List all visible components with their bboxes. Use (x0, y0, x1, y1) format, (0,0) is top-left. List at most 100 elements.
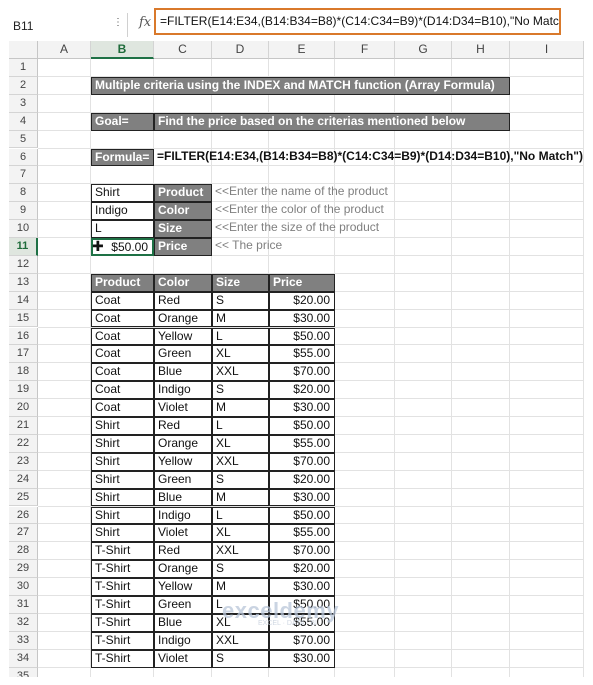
table-cell[interactable]: Yellow (154, 578, 212, 596)
input-value-product[interactable]: Shirt (91, 184, 154, 203)
table-cell[interactable]: L (212, 327, 269, 346)
column-header-e[interactable]: E (269, 41, 335, 59)
row-header-1[interactable]: 1 (9, 59, 38, 77)
table-cell[interactable]: Coat (91, 345, 154, 364)
goal-text[interactable]: Find the price based on the criterias me… (154, 112, 510, 131)
table-cell[interactable]: Coat (91, 399, 154, 417)
table-cell[interactable]: T-Shirt (91, 631, 154, 650)
insert-function-icon[interactable]: fx (139, 15, 151, 30)
table-cell[interactable]: Shirt (91, 417, 154, 435)
table-cell[interactable]: Indigo (154, 506, 212, 525)
row-header-11[interactable]: 11 (9, 238, 38, 256)
row-header-13[interactable]: 13 (9, 273, 38, 292)
row-header-7[interactable]: 7 (9, 166, 38, 185)
input-label-price[interactable]: Price (154, 238, 212, 256)
table-cell[interactable]: $50.00 (269, 327, 335, 346)
row-header-23[interactable]: 23 (9, 452, 38, 471)
row-header-12[interactable]: 12 (9, 255, 38, 274)
table-cell[interactable]: Coat (91, 381, 154, 400)
input-label-product[interactable]: Product (154, 184, 212, 203)
goal-label[interactable]: Goal= (91, 112, 154, 131)
table-cell[interactable]: Blue (154, 488, 212, 507)
table-cell[interactable]: Indigo (154, 381, 212, 400)
column-header-d[interactable]: D (212, 41, 269, 59)
row-header-21[interactable]: 21 (9, 417, 38, 435)
row-header-14[interactable]: 14 (9, 291, 38, 310)
table-cell[interactable]: Coat (91, 291, 154, 310)
column-header-c[interactable]: C (154, 41, 212, 59)
table-cell[interactable]: Shirt (91, 506, 154, 525)
table-cell[interactable]: Shirt (91, 488, 154, 507)
table-cell[interactable]: $50.00 (269, 506, 335, 525)
table-cell[interactable]: M (212, 578, 269, 596)
table-cell[interactable]: Orange (154, 434, 212, 453)
table-cell[interactable]: $20.00 (269, 470, 335, 489)
table-cell[interactable]: S (212, 470, 269, 489)
table-cell[interactable]: Orange (154, 309, 212, 328)
table-cell[interactable]: Indigo (154, 631, 212, 650)
table-cell[interactable]: T-Shirt (91, 649, 154, 668)
formula-input[interactable]: =FILTER(E14:E34,(B14:B34=B8)*(C14:C34=B9… (154, 8, 561, 35)
table-cell[interactable]: T-Shirt (91, 542, 154, 561)
row-header-32[interactable]: 32 (9, 613, 38, 632)
table-cell[interactable]: Yellow (154, 327, 212, 346)
row-header-6[interactable]: 6 (9, 148, 38, 167)
table-cell[interactable]: $30.00 (269, 488, 335, 507)
table-cell[interactable]: Coat (91, 327, 154, 346)
table-cell[interactable]: $55.00 (269, 434, 335, 453)
table-cell[interactable]: Blue (154, 613, 212, 632)
table-cell[interactable]: Blue (154, 363, 212, 382)
table-cell[interactable]: XXL (212, 363, 269, 382)
table-cell[interactable]: $70.00 (269, 542, 335, 561)
row-header-28[interactable]: 28 (9, 542, 38, 561)
table-cell[interactable]: S (212, 291, 269, 310)
row-header-27[interactable]: 27 (9, 524, 38, 543)
formula-text[interactable]: =FILTER(E14:E34,(B14:B34=B8)*(C14:C34=B9… (154, 149, 584, 167)
table-cell[interactable]: XL (212, 524, 269, 543)
table-cell[interactable]: M (212, 309, 269, 328)
table-cell[interactable]: L (212, 417, 269, 435)
table-cell[interactable]: XXL (212, 542, 269, 561)
table-header-size[interactable]: Size (212, 273, 269, 292)
table-cell[interactable]: $20.00 (269, 291, 335, 310)
table-cell[interactable]: $20.00 (269, 560, 335, 579)
table-cell[interactable]: M (212, 399, 269, 417)
table-cell[interactable]: XXL (212, 631, 269, 650)
row-header-8[interactable]: 8 (9, 184, 38, 203)
input-label-color[interactable]: Color (154, 202, 212, 221)
table-cell[interactable]: S (212, 649, 269, 668)
select-all-corner[interactable] (9, 41, 38, 59)
row-header-26[interactable]: 26 (9, 506, 38, 525)
row-header-22[interactable]: 22 (9, 434, 38, 453)
table-cell[interactable]: Orange (154, 560, 212, 579)
worksheet-grid[interactable]: A B C D E F G H I 1 2 3 4 5 6 7 8 9 10 11 12 13 14 15 16 17 18 19 20… (9, 41, 584, 677)
table-cell[interactable]: S (212, 560, 269, 579)
table-cell[interactable]: Violet (154, 649, 212, 668)
table-cell[interactable]: Shirt (91, 452, 154, 471)
table-cell[interactable]: Green (154, 596, 212, 614)
table-cell[interactable]: Red (154, 417, 212, 435)
table-cell[interactable]: XL (212, 434, 269, 453)
formula-label[interactable]: Formula= (91, 148, 154, 167)
row-header-20[interactable]: 20 (9, 399, 38, 417)
table-cell[interactable]: Green (154, 470, 212, 489)
table-cell[interactable]: $55.00 (269, 345, 335, 364)
input-label-size[interactable]: Size (154, 220, 212, 238)
table-cell[interactable]: $30.00 (269, 649, 335, 668)
input-value-size[interactable]: L (91, 220, 154, 238)
table-cell[interactable]: $55.00 (269, 524, 335, 543)
column-header-b[interactable]: B (91, 41, 154, 59)
table-cell[interactable]: Shirt (91, 470, 154, 489)
row-header-35[interactable]: 35 (9, 667, 38, 677)
row-header-25[interactable]: 25 (9, 488, 38, 507)
table-header-product[interactable]: Product (91, 273, 154, 292)
table-cell[interactable]: $70.00 (269, 631, 335, 650)
row-header-24[interactable]: 24 (9, 470, 38, 489)
row-header-17[interactable]: 17 (9, 345, 38, 364)
chevron-down-icon[interactable]: ⋮ (113, 17, 123, 28)
table-cell[interactable]: $70.00 (269, 452, 335, 471)
row-header-3[interactable]: 3 (9, 94, 38, 113)
table-cell[interactable]: T-Shirt (91, 613, 154, 632)
table-cell[interactable]: Violet (154, 524, 212, 543)
table-cell[interactable]: $70.00 (269, 363, 335, 382)
